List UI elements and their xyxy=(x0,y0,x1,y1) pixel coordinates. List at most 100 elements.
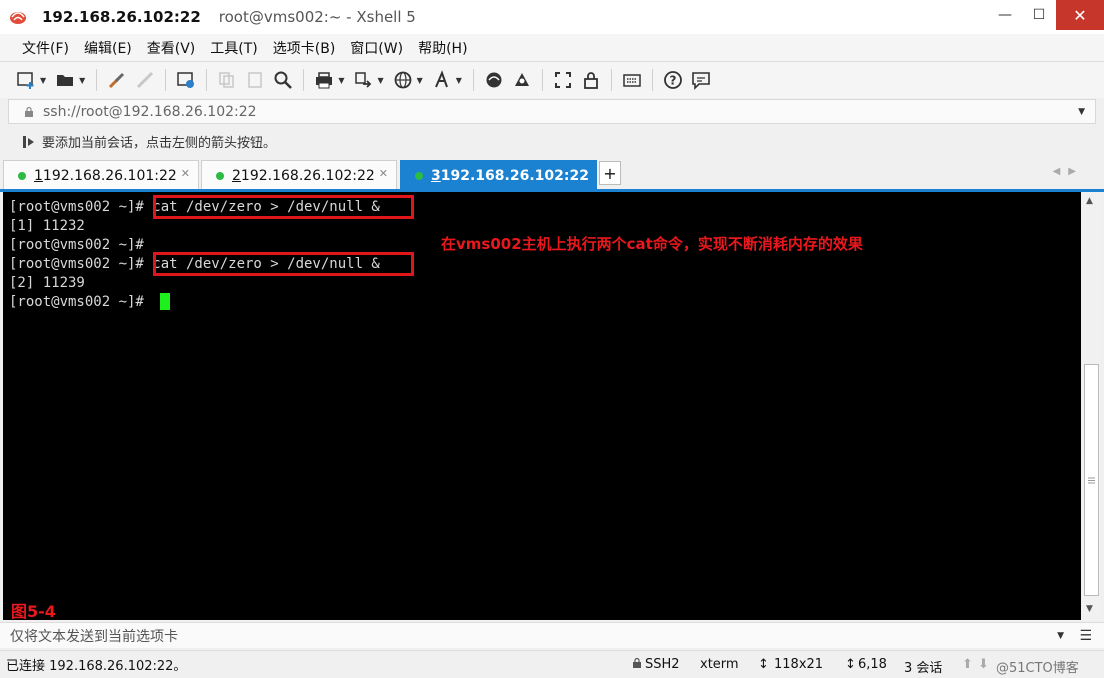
toolbar-divider xyxy=(472,69,474,91)
print-icon[interactable] xyxy=(313,69,335,91)
tab-session-3[interactable]: 3 192.168.26.102:22 xyxy=(400,160,597,190)
tab-label: 192.168.26.101:22 xyxy=(42,167,177,184)
address-input[interactable]: ssh://root@192.168.26.102:22 xyxy=(43,104,257,120)
menu-view[interactable]: 查看(V) xyxy=(147,38,196,58)
disconnect-icon[interactable] xyxy=(134,69,156,91)
highlight-box xyxy=(153,195,414,219)
window-controls: — ☐ ✕ xyxy=(988,0,1104,30)
address-bar[interactable]: ssh://root@192.168.26.102:22 ▼ xyxy=(8,99,1096,124)
arrow-up-icon: ⬆ xyxy=(962,657,973,672)
lock-icon[interactable] xyxy=(580,69,602,91)
cursor-position: 6,18 xyxy=(858,657,887,672)
terminal-scrollbar[interactable]: ▲ ▼ xyxy=(1082,192,1101,620)
arrow-down-icon: ⬇ xyxy=(978,657,989,672)
tab-strip: 1 192.168.26.101:22 ✕ 2 192.168.26.102:2… xyxy=(0,158,1104,190)
add-session-arrow-icon[interactable] xyxy=(22,135,36,149)
chevron-down-icon[interactable]: ▼ xyxy=(40,76,46,85)
menu-tools[interactable]: 工具(T) xyxy=(210,38,257,58)
new-session-icon[interactable] xyxy=(15,69,37,91)
search-icon[interactable] xyxy=(272,69,294,91)
font-icon[interactable] xyxy=(431,69,453,91)
terminal-line: [root@vms002 ~]# xyxy=(9,237,144,253)
toolbar-divider xyxy=(303,69,305,91)
chevron-down-icon[interactable]: ▼ xyxy=(338,76,344,85)
tab-number: 3 xyxy=(431,167,441,184)
fullscreen-icon[interactable] xyxy=(552,69,574,91)
transfer-icon[interactable] xyxy=(352,69,374,91)
new-tab-button[interactable]: + xyxy=(599,161,621,185)
menu-edit[interactable]: 编辑(E) xyxy=(84,38,132,58)
lock-icon xyxy=(632,657,642,672)
xshell-logo-icon xyxy=(10,12,26,24)
chevron-down-icon[interactable]: ▼ xyxy=(1078,107,1085,117)
tab-number: 2 xyxy=(232,167,241,184)
maximize-button[interactable]: ☐ xyxy=(1022,0,1056,30)
toolbar-divider xyxy=(610,69,612,91)
connected-dot-icon xyxy=(415,171,423,180)
reconnect-icon[interactable] xyxy=(106,69,128,91)
minimize-button[interactable]: — xyxy=(988,0,1022,30)
window-title: root@vms002:~ - Xshell 5 xyxy=(218,8,416,26)
close-button[interactable]: ✕ xyxy=(1056,0,1104,30)
connected-dot-icon xyxy=(216,171,224,180)
tab-scroll-arrows[interactable]: ◀▶ xyxy=(1053,166,1084,177)
annotation-text: 在vms002主机上执行两个cat命令，实现不断消耗内存的效果 xyxy=(441,235,863,253)
menu-window[interactable]: 窗口(W) xyxy=(350,38,403,58)
terminal-line: [root@vms002 ~]# xyxy=(9,294,144,310)
xmanager-icon[interactable] xyxy=(511,69,533,91)
chevron-down-icon[interactable]: ▼ xyxy=(456,76,462,85)
session-properties-icon[interactable] xyxy=(175,69,197,91)
cursor-position-icon: ↕ xyxy=(845,657,856,672)
chevron-down-icon[interactable]: ▼ xyxy=(79,76,85,85)
compose-input[interactable]: 仅将文本发送到当前选项卡 xyxy=(10,626,178,646)
open-folder-icon[interactable] xyxy=(54,69,76,91)
paste-icon[interactable] xyxy=(244,69,266,91)
copy-icon[interactable] xyxy=(216,69,238,91)
tab-session-2[interactable]: 2 192.168.26.102:22 ✕ xyxy=(201,160,397,190)
highlight-box xyxy=(153,252,414,276)
figure-label: 图5-4 xyxy=(11,602,56,621)
lock-icon xyxy=(25,106,33,117)
session-count: 3 会话 xyxy=(904,661,943,676)
chevron-down-icon[interactable]: ▼ xyxy=(417,76,423,85)
menu-bar: 文件(F) 编辑(E) 查看(V) 工具(T) 选项卡(B) 窗口(W) 帮助(… xyxy=(0,34,1104,62)
status-bar: 已连接 192.168.26.102:22。 SSH2 xterm ↕ 118x… xyxy=(0,650,1104,678)
tab-session-1[interactable]: 1 192.168.26.101:22 ✕ xyxy=(3,160,199,190)
menu-lines-icon[interactable]: ☰ xyxy=(1079,628,1092,644)
help-icon[interactable]: ? xyxy=(662,69,684,91)
menu-tabs[interactable]: 选项卡(B) xyxy=(273,38,336,58)
tab-close-icon[interactable]: ✕ xyxy=(181,167,190,180)
tab-close-icon[interactable]: ✕ xyxy=(379,167,388,180)
keyboard-icon[interactable] xyxy=(621,69,643,91)
chat-bubble-icon[interactable] xyxy=(690,69,712,91)
resize-icon: ↕ xyxy=(758,657,769,672)
scroll-thumb[interactable] xyxy=(1084,364,1099,596)
scroll-down-icon[interactable]: ▼ xyxy=(1086,604,1093,614)
toolbar-divider xyxy=(651,69,653,91)
compose-bar: 仅将文本发送到当前选项卡 ▼ ☰ xyxy=(0,622,1104,648)
scroll-up-icon[interactable]: ▲ xyxy=(1086,196,1093,206)
svg-text:?: ? xyxy=(669,74,676,88)
terminal-line: [1] 11232 xyxy=(9,218,85,234)
toolbar-divider xyxy=(541,69,543,91)
chevron-down-icon[interactable]: ▼ xyxy=(377,76,383,85)
connection-status: 已连接 192.168.26.102:22。 xyxy=(6,659,187,674)
title-bar: 192.168.26.102:22 root@vms002:~ - Xshell… xyxy=(0,0,1104,34)
terminal-size: 118x21 xyxy=(774,657,824,672)
menu-help[interactable]: 帮助(H) xyxy=(418,38,467,58)
tab-label: 192.168.26.102:22 xyxy=(440,167,589,184)
globe-icon[interactable] xyxy=(392,69,414,91)
window-title-host: 192.168.26.102:22 xyxy=(42,8,201,26)
grip-icon xyxy=(1088,477,1095,483)
watermark: @51CTO博客 xyxy=(996,661,1079,676)
connected-dot-icon xyxy=(18,171,26,180)
session-hint-text: 要添加当前会话，点击左侧的箭头按钮。 xyxy=(42,136,277,151)
terminal-line: [2] 11239 xyxy=(9,275,85,291)
chevron-down-icon[interactable]: ▼ xyxy=(1057,631,1064,641)
menu-file[interactable]: 文件(F) xyxy=(22,38,69,58)
xftp-icon[interactable] xyxy=(483,69,505,91)
terminal-screen[interactable]: [root@vms002 ~]# cat /dev/zero > /dev/nu… xyxy=(3,192,1081,621)
toolbar-divider xyxy=(206,69,208,91)
terminal-type: xterm xyxy=(700,657,739,672)
toolbar-divider xyxy=(165,69,167,91)
